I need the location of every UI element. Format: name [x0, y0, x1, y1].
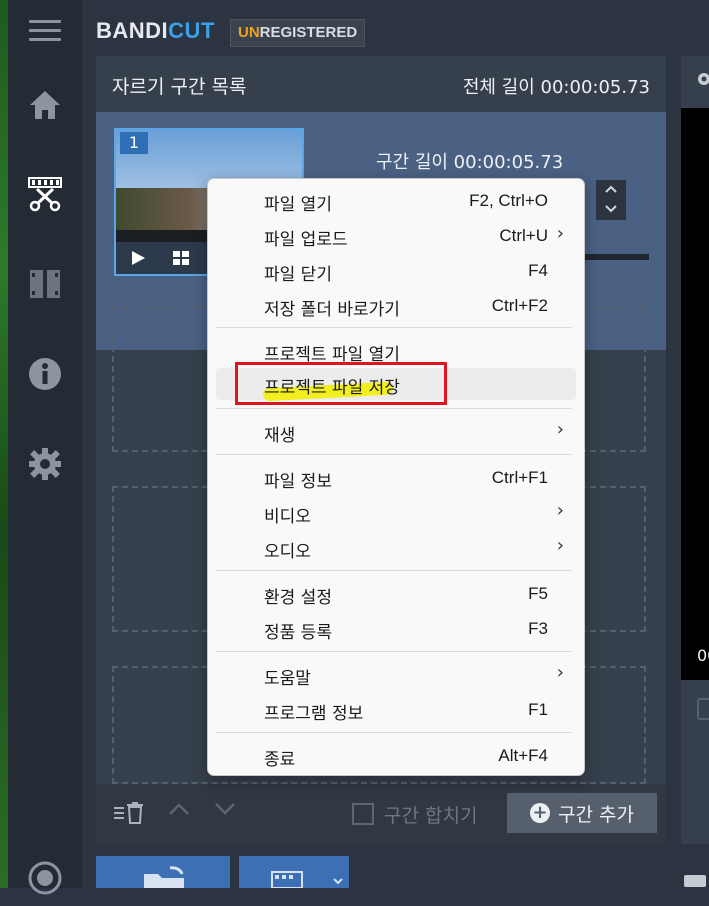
record-icon [28, 861, 62, 895]
context-menu: 파일 열기 F2, Ctrl+O 파일 업로드 Ctrl+U › 파일 닫기 F… [207, 178, 585, 776]
add-segment-label: 구간 추가 [558, 803, 634, 826]
segment-number: 1 [120, 132, 148, 154]
menu-item-open-save-folder[interactable]: 저장 폴더 바로가기 Ctrl+F2 [216, 290, 576, 322]
sidebar-item-cut[interactable] [8, 166, 82, 222]
menu-item-audio[interactable]: 오디오 › [216, 532, 576, 564]
menu-separator [216, 327, 572, 328]
chevron-up-icon[interactable] [604, 184, 618, 194]
sidebar-item-settings[interactable] [8, 436, 82, 492]
menu-item-file-info[interactable]: 파일 정보 Ctrl+F1 [216, 462, 576, 494]
sidebar-item-home[interactable] [8, 77, 82, 133]
home-icon [30, 91, 60, 119]
menu-item-exit[interactable]: 종료 Alt+F4 [216, 740, 576, 772]
join-icon [30, 270, 60, 298]
menu-button[interactable] [8, 2, 82, 58]
chevron-right-icon: › [556, 419, 564, 440]
cut-icon [28, 177, 62, 212]
menu-icon [29, 14, 61, 47]
folder-icon [144, 866, 184, 888]
chevron-right-icon: › [556, 535, 564, 556]
settings-icon[interactable] [695, 70, 709, 88]
sidebar [8, 0, 82, 895]
unregistered-badge[interactable]: UNREGISTERED [230, 19, 366, 47]
sidebar-item-join[interactable] [8, 256, 82, 312]
move-down-icon[interactable] [214, 802, 236, 816]
app-logo: BANDICUT [96, 18, 215, 43]
menu-separator [216, 651, 572, 652]
settings-icon [29, 448, 61, 480]
menu-item-upload-file[interactable]: 파일 업로드 Ctrl+U › [216, 220, 576, 252]
total-length: 전체 길이 00:00:05.73 [462, 77, 650, 98]
menu-item-save-project[interactable]: 프로젝트 파일 저장 [216, 368, 576, 402]
menu-item-about[interactable]: 프로그램 정보 F1 [216, 694, 576, 726]
frame-icon[interactable] [172, 250, 190, 266]
menu-separator [216, 732, 572, 733]
move-up-icon[interactable] [168, 802, 190, 816]
segment-length: 구간 길이 00:00:05.73 [376, 152, 564, 173]
chevron-right-icon: › [556, 500, 564, 521]
delete-list-icon[interactable] [114, 802, 146, 824]
sidebar-item-info[interactable] [8, 346, 82, 402]
header: BANDICUT UNREGISTERED [82, 0, 709, 56]
merge-checkbox[interactable] [352, 803, 374, 825]
menu-item-close-file[interactable]: 파일 닫기 F4 [216, 255, 576, 287]
chevron-down-icon[interactable] [604, 204, 618, 214]
info-icon [29, 358, 61, 390]
film-icon [271, 871, 303, 888]
panel-title: 자르기 구간 목록 [112, 76, 247, 98]
video-options-button[interactable] [239, 856, 349, 888]
merge-label: 구간 합치기 [384, 805, 478, 827]
video-preview[interactable] [681, 108, 709, 680]
menu-item-play[interactable]: 재생 › [216, 416, 576, 448]
chevron-down-icon [333, 878, 343, 885]
preview-checkbox[interactable] [697, 698, 709, 720]
preview-time: 00 [697, 646, 709, 665]
play-icon[interactable] [130, 250, 146, 266]
preview-panel: 00 [681, 56, 709, 844]
desktop-background-edge [0, 0, 8, 888]
menu-separator [216, 570, 572, 571]
sidebar-item-record[interactable] [8, 850, 82, 906]
menu-separator [216, 408, 572, 409]
plus-icon: + [530, 803, 551, 823]
add-segment-button[interactable]: + 구간 추가 [507, 793, 657, 833]
panel-header: 자르기 구간 목록 전체 길이 00:00:05.73 [96, 56, 666, 113]
keyboard-icon[interactable] [684, 872, 706, 887]
open-file-button[interactable] [96, 856, 230, 888]
menu-item-video[interactable]: 비디오 › [216, 497, 576, 529]
menu-item-help[interactable]: 도움말 › [216, 659, 576, 691]
segment-spinner[interactable] [596, 180, 626, 220]
menu-separator [216, 454, 572, 455]
menu-item-register[interactable]: 정품 등록 F3 [216, 613, 576, 645]
menu-item-open-file[interactable]: 파일 열기 F2, Ctrl+O [216, 185, 576, 217]
chevron-right-icon: › [556, 223, 564, 244]
chevron-right-icon: › [556, 662, 564, 683]
panel-footer: 구간 합치기 + 구간 추가 [96, 784, 666, 844]
menu-item-preferences[interactable]: 환경 설정 F5 [216, 578, 576, 610]
